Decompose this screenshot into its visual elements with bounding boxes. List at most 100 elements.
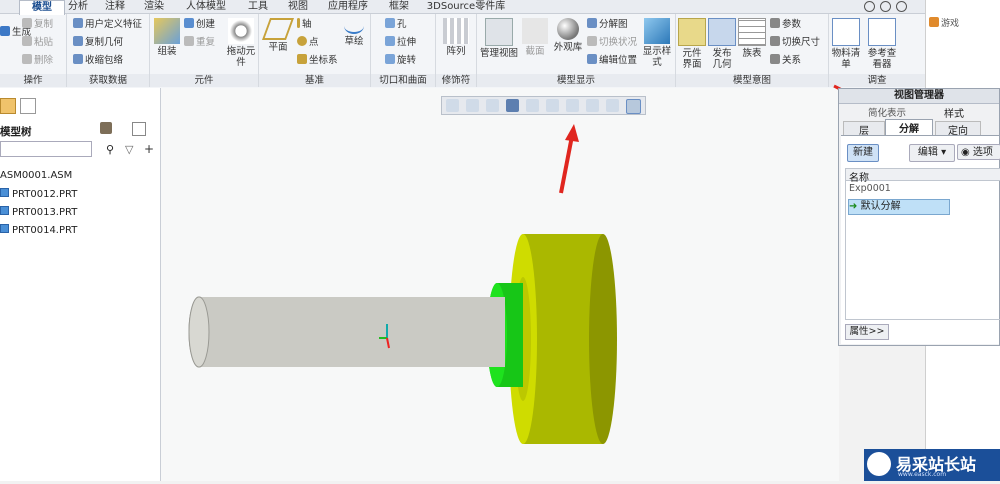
explode-label: 分解图 bbox=[599, 19, 628, 30]
bom-button[interactable]: 物料清单 bbox=[831, 18, 861, 70]
paste-button[interactable]: 粘贴 bbox=[22, 36, 53, 49]
view-manager-icon[interactable] bbox=[566, 99, 579, 112]
axis-button[interactable]: 轴 bbox=[297, 18, 312, 31]
redo-button[interactable]: 重复 bbox=[184, 36, 215, 49]
tab-simplified-rep[interactable]: 简化表示 bbox=[857, 105, 917, 119]
display-style-icon[interactable] bbox=[526, 99, 539, 112]
revolve-button[interactable]: 旋转 bbox=[385, 54, 416, 67]
tree-item-prt0013[interactable]: PRT0013.PRT bbox=[0, 206, 77, 218]
display-style-button[interactable]: 显示样式 bbox=[641, 18, 673, 68]
sketch-icon bbox=[344, 18, 364, 34]
manage-views-button[interactable]: 管理视图 bbox=[479, 18, 519, 59]
component-interface-button[interactable]: 元件界面 bbox=[678, 18, 706, 70]
shrinkwrap-button[interactable]: 收缩包络 bbox=[73, 54, 123, 67]
group-label-get-data: 获取数据 bbox=[67, 74, 150, 87]
tab-3dsource[interactable]: 3DSource零件库 bbox=[424, 0, 508, 13]
reference-viewer-icon bbox=[868, 18, 896, 46]
table-icon bbox=[738, 18, 766, 46]
tree-columns-icon[interactable] bbox=[132, 122, 146, 136]
saved-views-icon[interactable] bbox=[546, 99, 559, 112]
relations-button[interactable]: 关系 bbox=[770, 54, 801, 67]
point-button[interactable]: 点 bbox=[297, 36, 319, 49]
edit-dropdown[interactable]: 编辑 ▾ bbox=[909, 144, 955, 162]
plane-button[interactable]: 平面 bbox=[261, 18, 295, 53]
create-button[interactable]: 创建 bbox=[184, 18, 215, 31]
section-button[interactable]: 截面 bbox=[521, 18, 549, 57]
refresh-icon[interactable] bbox=[880, 1, 891, 12]
filter-icon[interactable]: ▽ bbox=[125, 143, 133, 156]
appearance-button[interactable]: 外观库 bbox=[551, 18, 585, 53]
tab-framework[interactable]: 框架 bbox=[384, 0, 414, 13]
folder-icon[interactable] bbox=[0, 98, 16, 114]
parameters-button[interactable]: 参数 bbox=[770, 18, 801, 31]
add-icon[interactable]: + bbox=[144, 142, 154, 156]
tab-explode[interactable]: 分解 bbox=[885, 119, 933, 135]
copy-button[interactable]: 复制 bbox=[22, 18, 53, 31]
settings-icon[interactable] bbox=[896, 1, 907, 12]
group-model-intent: 元件界面 发布几何 族表 参数 切换尺寸 关系 bbox=[676, 14, 829, 74]
csys-button[interactable]: 坐标系 bbox=[297, 54, 338, 67]
revolve-icon bbox=[385, 54, 395, 64]
pattern-button[interactable]: 阵列 bbox=[440, 18, 472, 57]
sketch-button[interactable]: 草绘 bbox=[339, 18, 369, 47]
tab-annotate[interactable]: 注释 bbox=[100, 0, 130, 13]
reference-viewer-button[interactable]: 参考查看器 bbox=[865, 18, 899, 70]
tree-filter-icon[interactable] bbox=[100, 122, 112, 134]
create-icon bbox=[184, 18, 194, 28]
explode-list: 名称 Exp0001 ➜ 默认分解 bbox=[845, 168, 1000, 320]
model-3d-view[interactable] bbox=[161, 88, 839, 481]
settings-icon[interactable] bbox=[20, 98, 36, 114]
tree-item-prt0012[interactable]: PRT0012.PRT bbox=[0, 188, 77, 200]
games-icon bbox=[929, 17, 939, 27]
group-component: 组装 创建 重复 拖动元件 bbox=[150, 14, 259, 74]
edit-position-button[interactable]: 编辑位置 bbox=[587, 54, 637, 67]
explode-toggle-icon[interactable] bbox=[626, 99, 641, 114]
revolve-label: 旋转 bbox=[397, 55, 417, 66]
tab-applications[interactable]: 应用程序 bbox=[323, 0, 373, 13]
perspective-icon[interactable] bbox=[586, 99, 599, 112]
yellow-wheel-back bbox=[589, 234, 617, 444]
datum-display-icon[interactable] bbox=[606, 99, 619, 112]
family-table-button[interactable]: 族表 bbox=[738, 18, 766, 59]
hole-button[interactable]: 孔 bbox=[385, 18, 407, 31]
tab-human-model[interactable]: 人体模型 bbox=[180, 0, 232, 13]
copy-geometry-button[interactable]: 复制几何 bbox=[73, 36, 123, 49]
drag-component-button[interactable]: 拖动元件 bbox=[226, 18, 256, 68]
model-tree-title: 模型树 bbox=[0, 126, 32, 138]
tree-item-label: PRT0014.PRT bbox=[12, 225, 78, 236]
explode-view-button[interactable]: 分解图 bbox=[587, 18, 628, 31]
view-manager-dialog: 视图管理器 简化表示 样式 层 分解 定向 新建 编辑 ▾ ◉ 选项 名称 Ex… bbox=[838, 88, 1000, 346]
zoom-out-icon[interactable] bbox=[486, 99, 499, 112]
properties-button[interactable]: 属性>> bbox=[845, 324, 889, 340]
tab-view[interactable]: 视图 bbox=[283, 0, 313, 13]
extrude-button[interactable]: 拉伸 bbox=[385, 36, 416, 49]
zoom-in-icon[interactable] bbox=[466, 99, 479, 112]
tab-style[interactable]: 样式 bbox=[929, 105, 979, 120]
tab-tools[interactable]: 工具 bbox=[243, 0, 273, 13]
tree-item-prt0014[interactable]: PRT0014.PRT bbox=[0, 224, 77, 236]
options-button[interactable]: ◉ 选项 bbox=[957, 144, 1000, 160]
games-link[interactable]: 游戏 bbox=[929, 16, 999, 29]
switch-dims-button[interactable]: 切换尺寸 bbox=[770, 36, 820, 49]
assemble-button[interactable]: 组装 bbox=[152, 18, 182, 57]
extrude-icon bbox=[385, 36, 395, 46]
tab-model[interactable]: 模型 bbox=[19, 0, 65, 15]
binoculars-icon[interactable]: ⚲ bbox=[106, 143, 114, 156]
delete-button[interactable]: 删除 bbox=[22, 54, 53, 67]
list-item-default-explode[interactable]: ➜ 默认分解 bbox=[848, 199, 950, 215]
new-button[interactable]: 新建 bbox=[847, 144, 879, 162]
publish-geometry-button[interactable]: 发布几何 bbox=[708, 18, 736, 70]
udf-button[interactable]: 用户定义特征 bbox=[73, 18, 142, 31]
tab-render[interactable]: 渲染 bbox=[139, 0, 169, 13]
section-label: 截面 bbox=[525, 46, 545, 57]
toggle-state-button[interactable]: 切换状况 bbox=[587, 36, 637, 49]
tree-item-asm[interactable]: ASM0001.ASM bbox=[0, 170, 72, 181]
tree-search-input[interactable] bbox=[0, 141, 92, 157]
graphics-window[interactable] bbox=[161, 88, 839, 481]
list-item-exp0001[interactable]: Exp0001 bbox=[849, 183, 891, 194]
tab-analysis[interactable]: 分析 bbox=[64, 0, 92, 13]
plane-icon bbox=[261, 18, 295, 40]
help-icon[interactable] bbox=[864, 1, 875, 12]
repaint-icon[interactable] bbox=[506, 99, 519, 112]
refit-icon[interactable] bbox=[446, 99, 459, 112]
